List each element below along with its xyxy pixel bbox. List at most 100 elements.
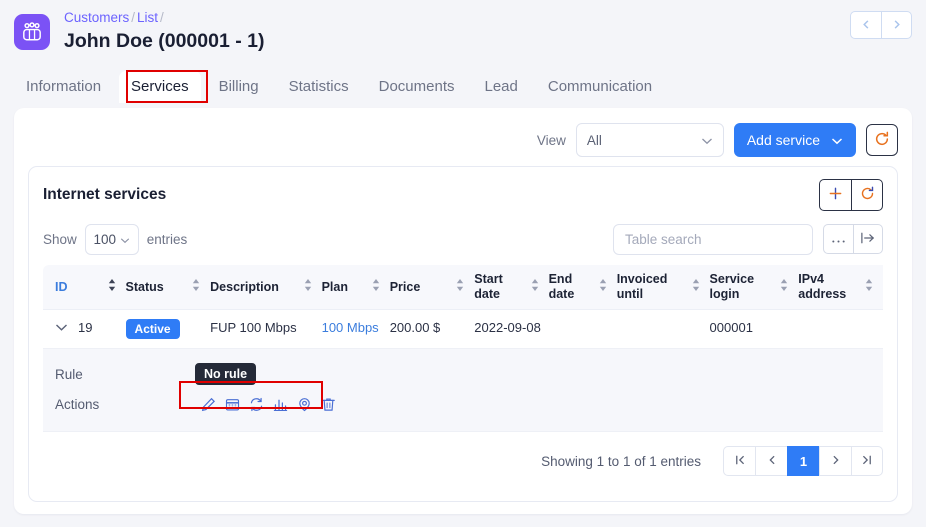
cell-start-date: 2022-09-08	[474, 309, 549, 349]
actions-label: Actions	[55, 396, 100, 412]
panel-title: Internet services	[43, 186, 167, 203]
add-row-button[interactable]	[819, 179, 851, 211]
tab-communication[interactable]: Communication	[536, 71, 664, 103]
users-group-icon	[14, 14, 50, 50]
first-page-icon	[734, 454, 746, 469]
refresh-table-button[interactable]	[851, 179, 883, 211]
column-label: Service login	[709, 272, 755, 301]
services-table: ID Status Description Plan Price Start d…	[43, 265, 883, 432]
chevron-right-icon	[830, 454, 842, 469]
show-entries-control: Show 100 entries	[43, 223, 188, 255]
table-row[interactable]: 19 Active FUP 100 Mbps 100 Mbps 200.00 $…	[43, 309, 883, 349]
cell-ipv4-address	[798, 309, 883, 349]
chevron-down-icon	[831, 132, 843, 148]
tab-lead[interactable]: Lead	[473, 71, 530, 103]
ellipsis-icon	[831, 232, 846, 247]
export-arrow-icon	[860, 231, 876, 248]
tab-bar: Information Services Billing Statistics …	[0, 66, 926, 108]
pagination-prev-button[interactable]	[755, 446, 787, 476]
column-label: Invoiced until	[616, 272, 668, 301]
edit-pencil-icon[interactable]	[201, 397, 216, 412]
services-card: View All Add service Internet services S…	[14, 108, 912, 514]
cell-plan: 100 Mbps	[321, 309, 390, 349]
table-extra-buttons	[823, 224, 883, 254]
pagination-next-button[interactable]	[819, 446, 851, 476]
plus-icon	[828, 186, 843, 204]
cell-description: FUP 100 Mbps	[210, 309, 322, 349]
chevron-down-icon[interactable]	[55, 319, 68, 336]
row-id: 19	[78, 320, 93, 335]
cell-id: 19	[43, 309, 126, 349]
cell-invoiced-until	[616, 309, 710, 349]
pagination-page-1-button[interactable]: 1	[787, 446, 819, 476]
prev-record-button[interactable]	[850, 11, 881, 39]
sort-icon	[599, 279, 607, 295]
tab-billing[interactable]: Billing	[207, 71, 271, 103]
internet-services-panel: Internet services Show 100 entries Table…	[28, 166, 898, 502]
page-length-select[interactable]: 100	[84, 223, 139, 255]
pagination-first-button[interactable]	[723, 446, 755, 476]
column-header-start-date[interactable]: Start date	[474, 265, 549, 310]
detail-rule-line: Rule No rule	[55, 359, 883, 389]
bar-chart-icon[interactable]	[273, 397, 288, 412]
location-pin-icon[interactable]	[297, 397, 312, 412]
tab-documents[interactable]: Documents	[367, 71, 467, 103]
view-select-value: All	[586, 132, 602, 148]
page-length-value: 100	[93, 231, 117, 247]
panel-actions	[819, 179, 883, 211]
table-search-area	[613, 223, 883, 255]
sync-icon[interactable]	[249, 397, 264, 412]
sort-icon	[531, 279, 539, 295]
column-label: ID	[55, 279, 68, 294]
sort-icon	[780, 279, 788, 295]
show-label: Show	[43, 231, 77, 247]
tab-statistics[interactable]: Statistics	[277, 71, 361, 103]
breadcrumb-item-list[interactable]: List	[137, 10, 158, 25]
chevron-left-icon	[766, 454, 778, 469]
plan-link[interactable]: 100 Mbps	[322, 320, 379, 335]
add-service-label: Add service	[746, 132, 820, 148]
view-select[interactable]: All	[575, 123, 724, 157]
sort-icon	[304, 279, 312, 295]
column-header-id[interactable]: ID	[43, 265, 126, 310]
pagination-last-button[interactable]	[851, 446, 883, 476]
column-header-price[interactable]: Price	[389, 265, 475, 310]
column-header-end-date[interactable]: End date	[548, 265, 617, 310]
breadcrumb-item-customers[interactable]: Customers	[64, 10, 129, 25]
column-header-service-login[interactable]: Service login	[709, 265, 799, 310]
no-rule-tooltip: No rule	[195, 363, 257, 385]
pagination: 1	[723, 446, 883, 476]
column-label: End date	[548, 272, 575, 301]
column-header-plan[interactable]: Plan	[321, 265, 390, 310]
page-title: John Doe (000001 - 1)	[64, 30, 265, 52]
breadcrumb: Customers / List /	[64, 8, 264, 26]
next-record-button[interactable]	[881, 11, 912, 39]
cell-status: Active	[125, 309, 211, 349]
rule-label: Rule	[55, 366, 83, 382]
column-header-status[interactable]: Status	[125, 265, 211, 310]
calendar-icon[interactable]	[225, 397, 240, 412]
tab-information[interactable]: Information	[14, 71, 113, 103]
column-header-ipv4-address[interactable]: IPv4 address	[798, 265, 883, 310]
column-label: Plan	[321, 279, 348, 294]
table-search-input[interactable]	[613, 223, 813, 255]
tab-services[interactable]: Services	[119, 71, 201, 103]
panel-header: Internet services	[43, 179, 883, 211]
refresh-services-button[interactable]	[866, 124, 898, 156]
entries-label: entries	[146, 231, 188, 247]
table-export-button[interactable]	[853, 224, 883, 254]
view-label: View	[536, 132, 566, 148]
chevron-left-icon	[861, 18, 872, 33]
services-toolbar: View All Add service	[28, 122, 898, 158]
sort-icon	[456, 279, 464, 295]
table-header-row: ID Status Description Plan Price Start d…	[43, 265, 883, 310]
add-service-button[interactable]: Add service	[733, 123, 856, 157]
sort-icon	[865, 279, 873, 295]
column-header-description[interactable]: Description	[210, 265, 322, 310]
table-more-options-button[interactable]	[823, 224, 853, 254]
table-row-detail: Rule No rule Actions	[43, 348, 883, 432]
cell-price: 200.00 $	[389, 309, 475, 349]
table-controls: Show 100 entries	[43, 223, 883, 255]
column-header-invoiced-until[interactable]: Invoiced until	[616, 265, 710, 310]
trash-icon[interactable]	[321, 397, 336, 412]
